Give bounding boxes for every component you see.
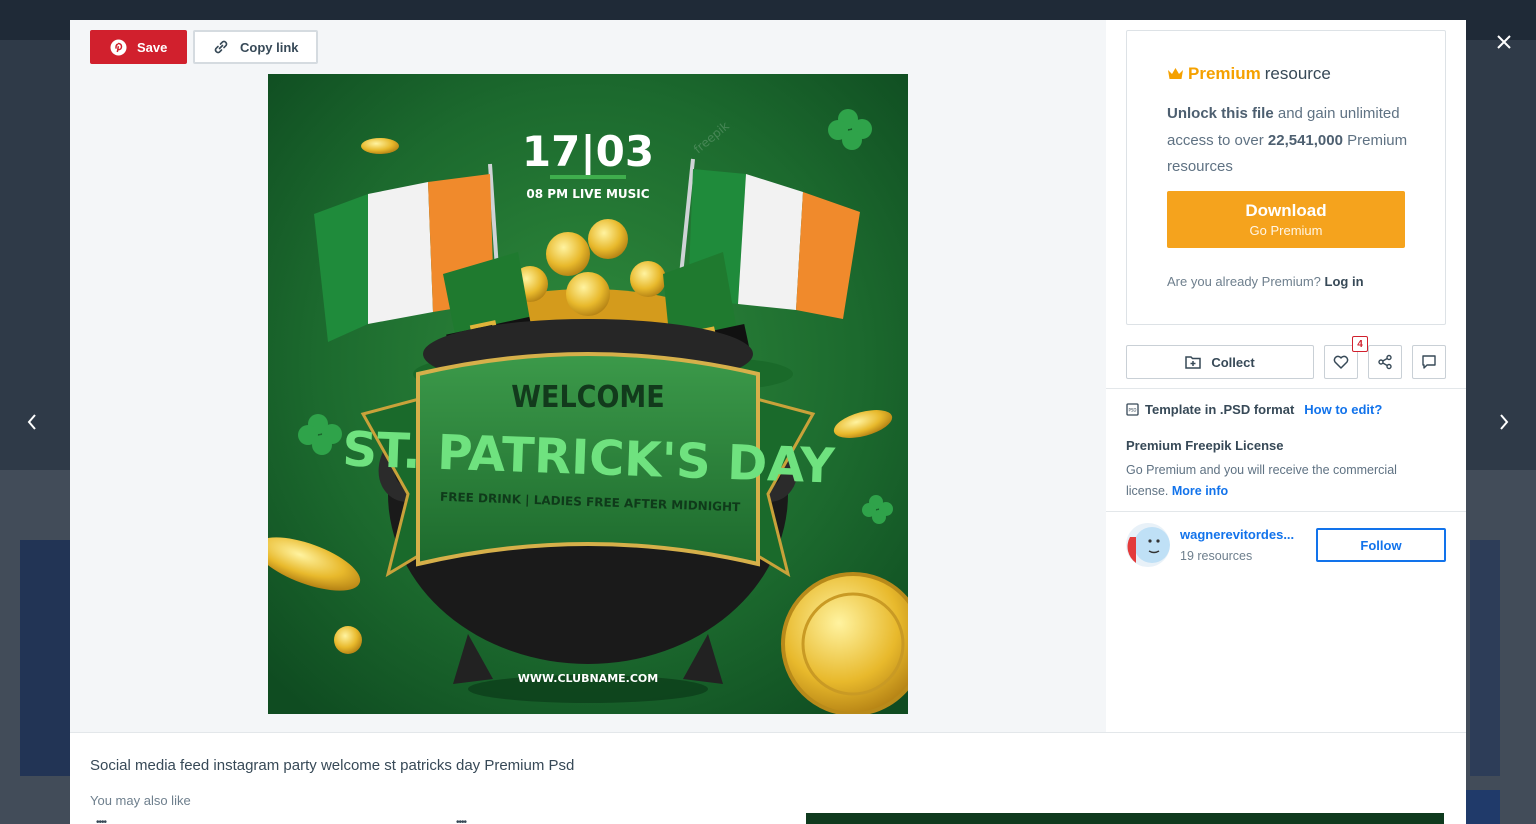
resource-modal: Save Copy link 17|03 08 PM LIVE MUSIC WE… <box>70 20 1466 824</box>
pinterest-save-button[interactable]: Save <box>90 30 187 64</box>
save-label: Save <box>137 39 168 55</box>
login-link[interactable]: Log in <box>1325 274 1364 289</box>
flyer-subtitle: 08 PM LIVE MUSIC <box>526 187 649 201</box>
heart-icon <box>1333 355 1349 369</box>
chevron-right-icon <box>1500 414 1509 430</box>
comment-icon <box>1422 355 1436 369</box>
unlock-bold: Unlock this file <box>1167 105 1274 122</box>
premium-resource-title: Premium resource <box>1167 64 1331 84</box>
related-item-rating: •••• <box>96 817 107 824</box>
copy-link-button[interactable]: Copy link <box>193 30 318 64</box>
psd-file-icon: PSD <box>1126 403 1139 416</box>
related-resource-thumbnail[interactable] <box>806 813 1444 824</box>
resource-count: 22,541,000 <box>1267 131 1343 149</box>
premium-resource-card: Premium resource Unlock this file and ga… <box>1126 30 1446 325</box>
already-premium: Are you already Premium? Log in <box>1167 274 1364 289</box>
resource-actions: Collect 4 <box>1126 336 1446 379</box>
flyer-website: WWW.CLUBNAME.COM <box>518 672 658 685</box>
premium-title-rest: resource <box>1264 64 1331 83</box>
file-format-label: Template in .PSD format <box>1145 402 1295 417</box>
collect-label: Collect <box>1211 354 1255 370</box>
author-block: wagnerevitordes... 19 resources Follow <box>1126 523 1446 569</box>
comment-button[interactable] <box>1412 345 1446 379</box>
author-resource-count: 19 resources <box>1180 549 1253 563</box>
follow-button[interactable]: Follow <box>1316 528 1446 562</box>
flyer-date-underline <box>550 175 626 179</box>
flyer-date: 17|03 <box>522 127 654 176</box>
resource-preview-image[interactable]: 17|03 08 PM LIVE MUSIC WELCOME ST. PATRI… <box>268 74 908 714</box>
share-button[interactable] <box>1368 345 1402 379</box>
like-count-badge: 4 <box>1352 336 1368 352</box>
license-description: Go Premium and you will receive the comm… <box>1126 460 1426 502</box>
close-modal-button[interactable] <box>1484 22 1524 62</box>
already-premium-text: Are you already Premium? <box>1167 274 1321 289</box>
premium-description: Unlock this file and gain unlimited acce… <box>1167 101 1417 181</box>
flyer-welcome: WELCOME <box>511 380 664 415</box>
license-text: Go Premium and you will receive the comm… <box>1126 463 1397 498</box>
background-card <box>1470 540 1500 776</box>
background-card <box>20 540 70 776</box>
close-icon <box>1497 35 1511 49</box>
svg-text:PSD: PSD <box>1128 408 1136 413</box>
pinterest-icon <box>110 39 127 55</box>
license-title: Premium Freepik License <box>1126 438 1284 453</box>
you-may-also-like-heading: You may also like <box>90 793 191 808</box>
share-icon <box>1378 354 1392 370</box>
divider <box>1106 511 1466 512</box>
how-to-edit-link[interactable]: How to edit? <box>1304 402 1382 417</box>
preview-pane: Save Copy link 17|03 08 PM LIVE MUSIC WE… <box>70 20 1106 732</box>
premium-highlight: Premium <box>1188 64 1261 83</box>
collect-button[interactable]: Collect <box>1126 345 1314 379</box>
folder-add-icon <box>1185 356 1202 369</box>
author-avatar[interactable] <box>1126 523 1170 567</box>
related-item-rating: •••• <box>456 817 467 824</box>
chevron-left-icon <box>27 414 36 430</box>
link-icon <box>214 40 228 54</box>
divider <box>70 732 1466 733</box>
resource-title: Social media feed instagram party welcom… <box>90 757 575 774</box>
resource-info-pane: Premium resource Unlock this file and ga… <box>1106 20 1466 732</box>
more-info-link[interactable]: More info <box>1172 484 1228 498</box>
background-card <box>1466 790 1500 824</box>
divider <box>1106 388 1466 389</box>
download-label: Download <box>1245 201 1327 220</box>
crown-icon <box>1168 68 1183 79</box>
copy-link-label: Copy link <box>240 39 299 55</box>
previous-resource-button[interactable] <box>12 402 52 442</box>
download-go-premium-button[interactable]: Download Go Premium <box>1167 191 1405 248</box>
share-actions: Save Copy link <box>90 30 318 64</box>
next-resource-button[interactable] <box>1484 402 1524 442</box>
author-name-link[interactable]: wagnerevitordes... <box>1180 527 1300 542</box>
download-sublabel: Go Premium <box>1249 223 1323 238</box>
file-format-row: PSD Template in .PSD format How to edit? <box>1126 402 1382 417</box>
